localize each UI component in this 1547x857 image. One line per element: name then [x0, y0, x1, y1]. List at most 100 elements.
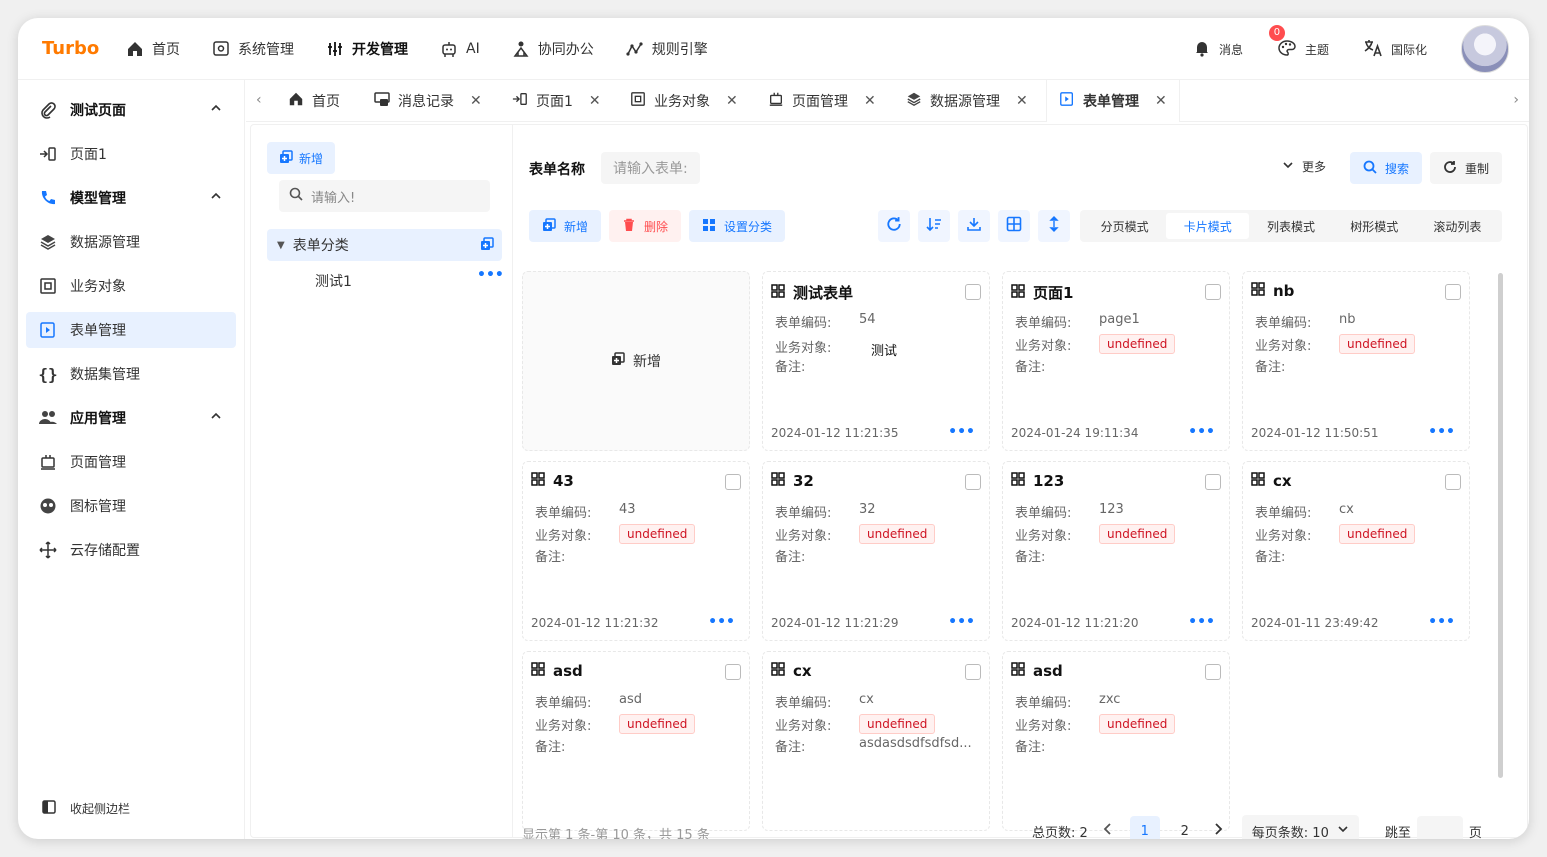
tree-node-root[interactable]: ▼ 表单分类: [267, 229, 502, 261]
topnav-system[interactable]: 系统管理: [212, 39, 294, 59]
set-category-button[interactable]: 设置分类: [689, 210, 785, 242]
card-checkbox[interactable]: [725, 474, 741, 490]
tab-scroll-left-icon[interactable]: ‹: [256, 92, 262, 108]
messages-button[interactable]: 消息: [1193, 39, 1243, 60]
mode-card[interactable]: 卡片模式: [1166, 213, 1250, 239]
mode-scroll[interactable]: 滚动列表: [1416, 213, 1499, 239]
form-card[interactable]: 页面1 表单编码: page1 业务对象: undefined 备注: 2024-01-24…: [1002, 271, 1230, 451]
page-size-select[interactable]: 每页条数: 10: [1241, 815, 1359, 839]
sidebar-item-form-management[interactable]: 表单管理: [26, 312, 236, 348]
more-icon[interactable]: •••: [1188, 614, 1215, 630]
close-icon[interactable]: ✕: [1016, 93, 1028, 109]
logo[interactable]: Turbo: [42, 38, 99, 59]
tab-home[interactable]: 首页: [276, 80, 352, 122]
card-checkbox[interactable]: [965, 284, 981, 300]
more-filters-button[interactable]: 更多: [1282, 158, 1326, 175]
close-icon[interactable]: ✕: [589, 93, 601, 109]
add-form-button[interactable]: 新增: [529, 210, 601, 242]
topnav-ai[interactable]: AI: [440, 40, 480, 58]
close-icon[interactable]: ✕: [864, 93, 876, 109]
mode-tree[interactable]: 树形模式: [1333, 213, 1416, 239]
tab-datasource[interactable]: 数据源管理 ✕: [894, 80, 1040, 122]
tab-page1[interactable]: 页面1 ✕: [500, 80, 613, 122]
card-date: 2024-01-11 23:49:42: [1251, 616, 1379, 630]
close-icon[interactable]: ✕: [726, 93, 738, 109]
columns-button[interactable]: [998, 210, 1030, 242]
add-form-card[interactable]: 新增: [522, 271, 750, 451]
card-checkbox[interactable]: [1205, 284, 1221, 300]
sidebar-item-business-object[interactable]: 业务对象: [26, 268, 236, 304]
sidebar-item-dataset[interactable]: {} 数据集管理: [26, 356, 236, 392]
search-button[interactable]: 搜索: [1350, 152, 1422, 184]
card-object-row: 业务对象: undefined: [1015, 714, 1176, 734]
density-button[interactable]: [1038, 210, 1070, 242]
more-icon[interactable]: •••: [948, 614, 975, 630]
topnav-collab[interactable]: 协同办公: [512, 39, 594, 59]
delete-form-button[interactable]: 删除: [609, 210, 681, 242]
more-icon[interactable]: •••: [1428, 424, 1455, 440]
sidebar-item-page-management[interactable]: 页面管理: [26, 444, 236, 480]
form-name-input[interactable]: 请输入表单:: [601, 152, 700, 184]
tree-add-button[interactable]: 新增: [267, 142, 336, 174]
card-checkbox[interactable]: [965, 474, 981, 490]
more-icon[interactable]: •••: [477, 267, 504, 283]
theme-button[interactable]: 0 主题: [1268, 24, 1329, 60]
refresh-button[interactable]: [878, 210, 910, 242]
more-icon[interactable]: •••: [1428, 614, 1455, 630]
more-icon[interactable]: •••: [708, 614, 735, 630]
page-1-button[interactable]: 1: [1129, 816, 1160, 839]
card-checkbox[interactable]: [1445, 474, 1461, 490]
form-card[interactable]: 43 表单编码: 43 业务对象: undefined 备注: 2024-01-12 11:…: [522, 461, 750, 641]
form-card[interactable]: 123 表单编码: 123 业务对象: undefined 备注: 2024-01-12 1…: [1002, 461, 1230, 641]
tab-page-management[interactable]: 页面管理 ✕: [756, 80, 888, 122]
topnav-home[interactable]: 首页: [126, 39, 180, 59]
sidebar-collapse-button[interactable]: 收起侧边栏: [42, 800, 130, 817]
topnav-dev[interactable]: 开发管理: [326, 39, 408, 59]
more-icon[interactable]: •••: [1188, 424, 1215, 440]
form-card[interactable]: cx 表单编码: cx 业务对象: undefined 备注: 2024-01-11 23:…: [1242, 461, 1470, 641]
next-page-icon[interactable]: [1212, 822, 1224, 839]
card-checkbox[interactable]: [965, 664, 981, 680]
sidebar-item-page1[interactable]: 页面1: [26, 136, 236, 172]
sidebar-item-icon-management[interactable]: 图标管理: [26, 488, 236, 524]
tree-node-leaf[interactable]: 测试1: [315, 271, 352, 291]
sort-button[interactable]: [918, 210, 950, 242]
sidebar-group-model[interactable]: 模型管理: [26, 180, 236, 216]
i18n-button[interactable]: 国际化: [1363, 39, 1427, 60]
topnav-rule[interactable]: 规则引擎: [626, 39, 708, 59]
page-2-button[interactable]: 2: [1170, 816, 1200, 839]
card-checkbox[interactable]: [1205, 664, 1221, 680]
mode-list[interactable]: 列表模式: [1249, 213, 1332, 239]
form-card[interactable]: 测试表单 表单编码: 54 业务对象: 测试 备注: 2024-01-12 11:21:35…: [762, 271, 990, 451]
card-checkbox[interactable]: [725, 664, 741, 680]
form-card[interactable]: cx 表单编码: cx 业务对象: undefined 备注: asdasdsdfsdfsd…: [762, 651, 990, 831]
form-card[interactable]: asd 表单编码: asd 业务对象: undefined 备注:: [522, 651, 750, 831]
prev-page-icon[interactable]: [1102, 822, 1114, 839]
tab-message-log[interactable]: 消息记录 ✕: [362, 80, 494, 122]
form-card[interactable]: nb 表单编码: nb 业务对象: undefined 备注: 2024-01-12 11:…: [1242, 271, 1470, 451]
sidebar-group-app[interactable]: 应用管理: [26, 400, 236, 436]
sidebar-item-cloud-storage[interactable]: 云存储配置: [26, 532, 236, 568]
download-button[interactable]: [958, 210, 990, 242]
messages-label: 消息: [1218, 42, 1243, 57]
reset-button[interactable]: 重制: [1430, 152, 1502, 184]
sidebar-group-test-pages[interactable]: 测试页面: [26, 92, 236, 128]
card-checkbox[interactable]: [1445, 284, 1461, 300]
form-card[interactable]: asd 表单编码: zxc 业务对象: undefined 备注:: [1002, 651, 1230, 831]
tree-search-input[interactable]: 请输入!: [279, 180, 490, 212]
sidebar-item-datasource[interactable]: 数据源管理: [26, 224, 236, 260]
jump-page-input[interactable]: [1416, 816, 1463, 839]
card-checkbox[interactable]: [1205, 474, 1221, 490]
more-icon[interactable]: •••: [948, 424, 975, 440]
close-icon[interactable]: ✕: [470, 93, 482, 109]
tree-node-add-icon[interactable]: [480, 237, 494, 255]
tab-business-object[interactable]: 业务对象 ✕: [618, 80, 750, 122]
tab-form-management[interactable]: 表单管理 ✕: [1046, 80, 1180, 122]
mode-paged[interactable]: 分页模式: [1083, 213, 1166, 239]
form-card[interactable]: 32 表单编码: 32 业务对象: undefined 备注: 2024-01-12 11:…: [762, 461, 990, 641]
scrollbar[interactable]: [1498, 273, 1503, 778]
avatar[interactable]: [1461, 25, 1509, 73]
close-icon[interactable]: ✕: [1155, 93, 1167, 109]
card-object-label: 业务对象:: [775, 528, 832, 544]
tab-scroll-right-icon[interactable]: ›: [1513, 92, 1519, 108]
